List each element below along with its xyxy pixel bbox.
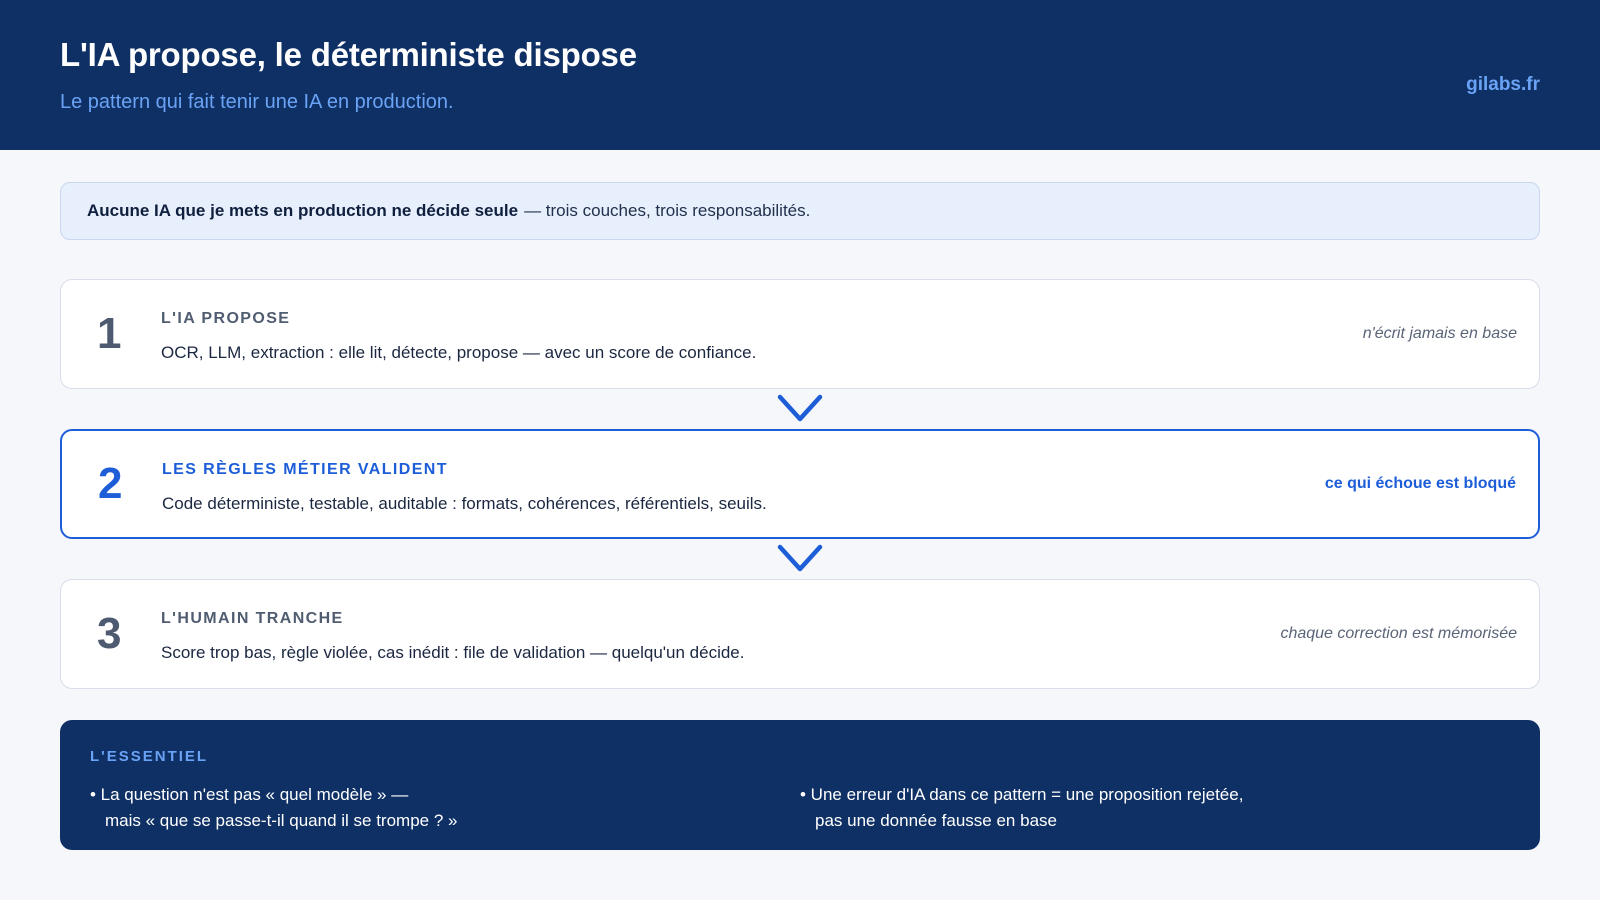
summary-left-line2: mais « que se passe-t-il quand il se tro… (105, 811, 458, 830)
step-card-3: 3 L'humain tranche Score trop bas, règle… (60, 579, 1540, 689)
step-note: n'écrit jamais en base (1362, 325, 1517, 342)
summary-bullet-left: • La question n'est pas « quel modèle » … (90, 782, 730, 834)
intro-bold: Aucune IA que je mets en production ne d… (87, 201, 519, 220)
header: L'IA propose, le déterministe dispose Le… (0, 0, 1600, 150)
summary-bullet-right: • Une erreur d'IA dans ce pattern = une … (800, 782, 1440, 834)
step-card-2: 2 Les règles métier valident Code déterm… (60, 429, 1540, 539)
page-subtitle: Le pattern qui fait tenir une IA en prod… (60, 91, 454, 113)
step-note: chaque correction est mémorisée (1280, 625, 1517, 642)
page-title: L'IA propose, le déterministe dispose (60, 36, 637, 73)
step-label: L'humain tranche (161, 610, 344, 627)
summary-right-line1: • Une erreur d'IA dans ce pattern = une … (800, 785, 1244, 804)
step-number: 3 (97, 609, 122, 658)
intro-rest: — trois couches, trois responsabilités. (524, 201, 811, 220)
chevron-down-icon (777, 394, 823, 422)
step-card-1: 1 L'IA propose OCR, LLM, extraction : el… (60, 279, 1540, 389)
step-number: 2 (98, 459, 123, 508)
intro-banner: Aucune IA que je mets en production ne d… (60, 182, 1540, 240)
brand-link[interactable]: gilabs.fr (1466, 74, 1540, 96)
summary-right-line2: pas une donnée fausse en base (815, 811, 1057, 830)
summary-panel: L'ESSENTIEL • La question n'est pas « qu… (60, 720, 1540, 850)
step-description: OCR, LLM, extraction : elle lit, détecte… (161, 343, 757, 362)
chevron-down-icon (777, 544, 823, 572)
step-number: 1 (97, 309, 122, 358)
step-label: L'IA propose (161, 310, 291, 327)
step-description: Code déterministe, testable, auditable :… (162, 494, 767, 513)
step-label: Les règles métier valident (162, 461, 448, 478)
summary-title: L'ESSENTIEL (90, 748, 209, 765)
step-note: ce qui échoue est bloqué (1324, 475, 1516, 492)
summary-left-line1: • La question n'est pas « quel modèle » … (90, 785, 409, 804)
step-description: Score trop bas, règle violée, cas inédit… (161, 643, 745, 662)
